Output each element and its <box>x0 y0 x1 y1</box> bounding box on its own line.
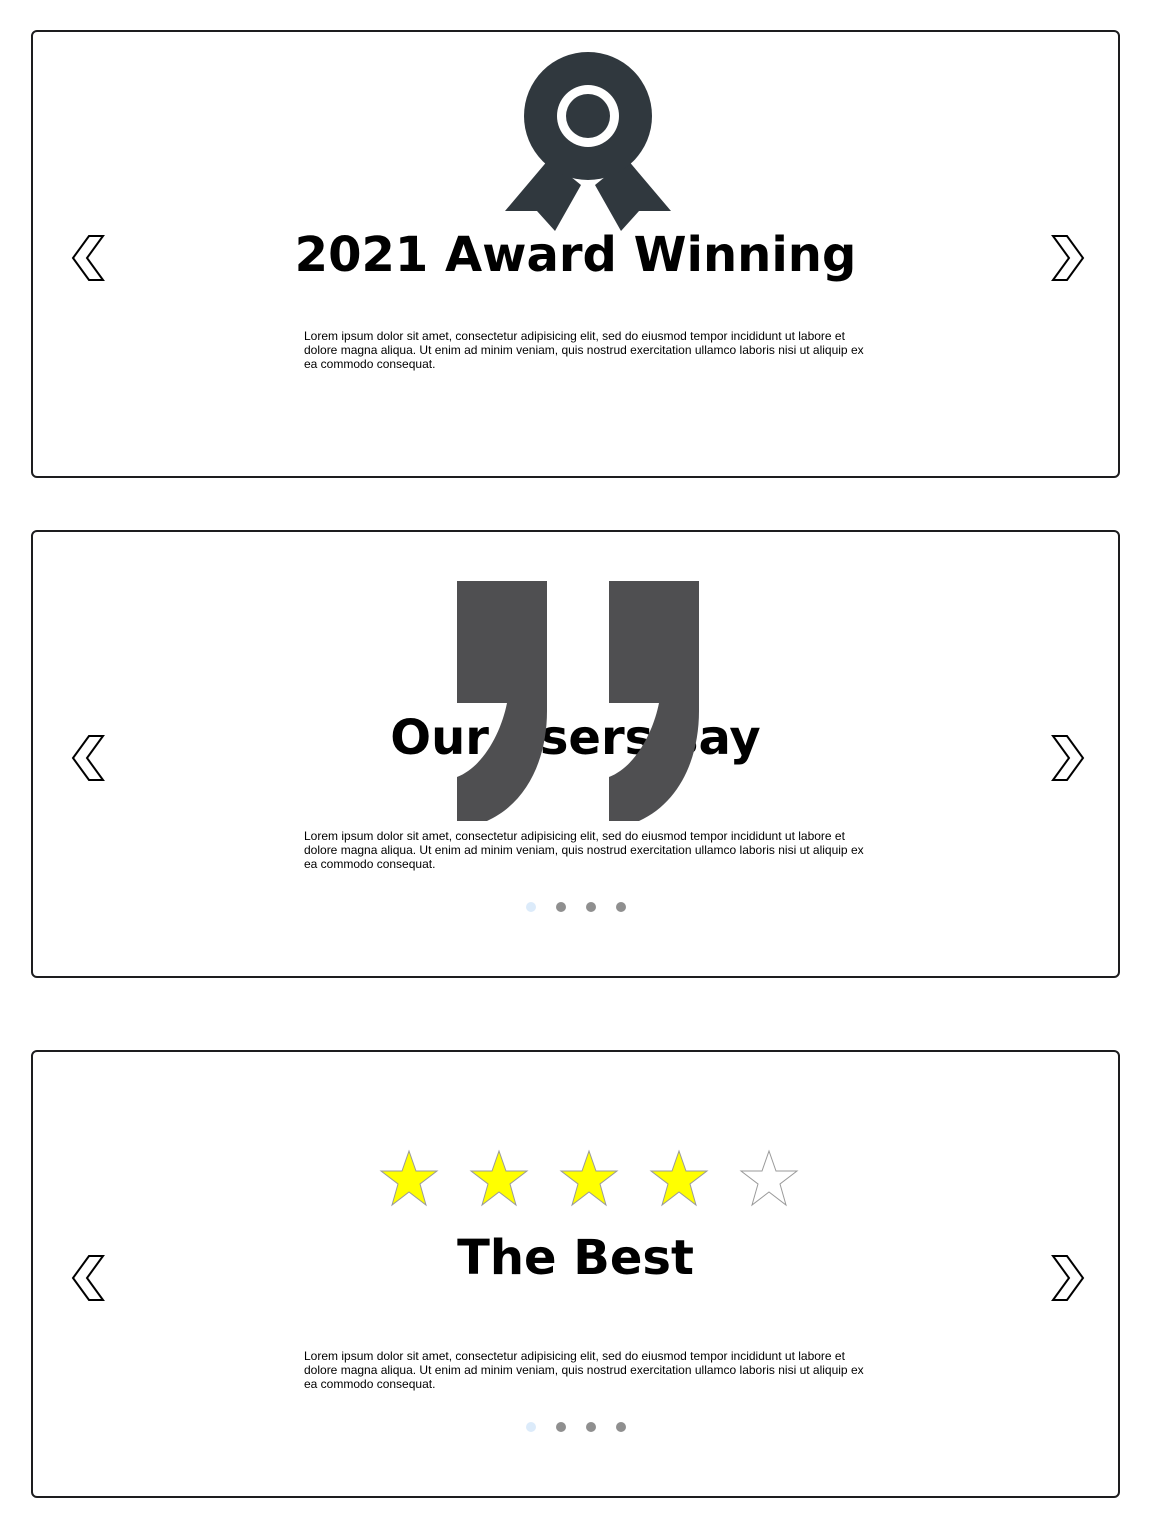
rating-card: The Best Lorem ipsum dolor sit amet, con… <box>31 1050 1120 1498</box>
carousel-dot[interactable] <box>615 902 626 912</box>
next-arrow-button[interactable] <box>1047 734 1087 782</box>
card-title: The Best <box>457 1230 694 1286</box>
chevron-right-icon <box>1051 735 1085 781</box>
card-body-text: Lorem ipsum dolor sit amet, consectetur … <box>304 1349 864 1391</box>
carousel-dot[interactable] <box>525 902 536 912</box>
testimonial-card: Our users say Lorem ipsum dolor sit amet… <box>31 530 1120 978</box>
carousel-dot[interactable] <box>525 1422 536 1432</box>
star-icon <box>559 1149 619 1209</box>
star-icon <box>739 1149 799 1209</box>
card-body-text: Lorem ipsum dolor sit amet, consectetur … <box>304 329 864 371</box>
carousel-dot[interactable] <box>585 1422 596 1432</box>
award-card: 2021 Award Winning Lorem ipsum dolor sit… <box>31 30 1120 478</box>
carousel-dots <box>33 902 1118 912</box>
carousel-dots <box>33 1422 1118 1432</box>
card-body-text: Lorem ipsum dolor sit amet, consectetur … <box>304 829 864 871</box>
next-arrow-button[interactable] <box>1047 234 1087 282</box>
carousel-dot[interactable] <box>555 1422 566 1432</box>
chevron-right-icon <box>1051 1255 1085 1301</box>
quote-icon <box>457 581 699 821</box>
card-title: 2021 Award Winning <box>294 227 857 283</box>
carousel-dot[interactable] <box>555 902 566 912</box>
star-icon <box>649 1149 709 1209</box>
next-arrow-button[interactable] <box>1047 1254 1087 1302</box>
award-ribbon-icon <box>505 52 671 231</box>
star-rating <box>379 1149 799 1209</box>
carousel-dot[interactable] <box>585 902 596 912</box>
star-icon <box>469 1149 529 1209</box>
star-icon <box>379 1149 439 1209</box>
chevron-right-icon <box>1051 235 1085 281</box>
carousel-dot[interactable] <box>615 1422 626 1432</box>
